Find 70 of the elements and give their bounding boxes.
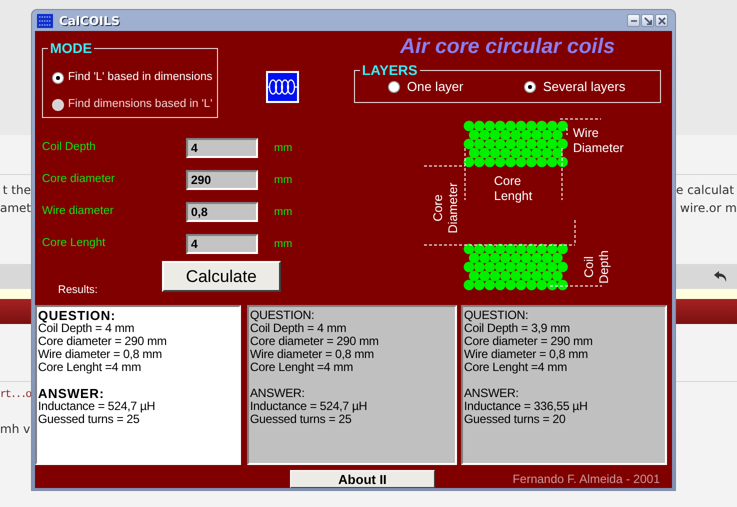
minimize-icon (630, 20, 638, 22)
result-line: Guessed turns = 25 (250, 413, 352, 426)
dimension-label: Core Diameter (431, 182, 460, 234)
result-line: Core diameter = 290 mm (464, 335, 594, 348)
unit-label: mm (274, 204, 292, 220)
result-line: Coil Depth = 3,9 mm (464, 322, 571, 335)
radio-label: Find 'L' based in dimensions (68, 70, 212, 85)
app-heading: Air core circular coils (398, 35, 616, 59)
result-line: Inductance = 524,7 µH (250, 400, 368, 413)
dimension-label: Coil Depth (582, 250, 611, 284)
unit-label: mm (274, 236, 292, 252)
minimize-button[interactable] (627, 14, 640, 27)
group-legend: MODE (48, 40, 94, 56)
field-label: Coil Depth (42, 140, 97, 156)
result-line: Guessed turns = 20 (464, 413, 566, 426)
result-line: Core Lenght =4 mm (464, 361, 568, 374)
page-link[interactable]: rt...o (0, 386, 31, 404)
radio-label: One layer (407, 78, 464, 96)
credit-text: Fernando F. Almeida - 2001 (512, 471, 660, 488)
result-line: Inductance = 524,7 µH (38, 400, 156, 413)
result-heading: ANSWER: (464, 387, 520, 400)
page-text: amet (0, 200, 31, 217)
page-text: t the (2, 182, 31, 199)
input-field[interactable]: 0,8 (186, 202, 258, 222)
close-button[interactable] (655, 14, 668, 27)
result-line: Core Lenght =4 mm (38, 361, 142, 374)
result-heading: QUESTION: (464, 309, 530, 322)
radio-label: Find dimensions based in 'L' (68, 96, 212, 112)
calculate-button[interactable]: Calculate (162, 261, 281, 292)
result-line: Wire diameter = 0,8 mm (250, 348, 375, 361)
result-line: Coil Depth = 4 mm (250, 322, 348, 335)
result-line: Coil Depth = 4 mm (38, 322, 136, 335)
unit-label: mm (274, 140, 292, 156)
reply-icon (713, 270, 729, 284)
window-title: CalCOILS (59, 12, 120, 30)
field-label: Core Lenght (42, 236, 106, 252)
results-label: Results: (58, 282, 98, 298)
result-line: Core diameter = 290 mm (38, 335, 168, 348)
result-line: Core Lenght =4 mm (250, 361, 354, 374)
field-label: Core diameter (42, 172, 116, 188)
page-text: mh v (0, 421, 31, 438)
result-heading: QUESTION: (250, 309, 316, 322)
input-field[interactable]: 290 (186, 170, 258, 190)
result-heading: QUESTION: (38, 309, 117, 322)
result-line: Wire diameter = 0,8 mm (38, 348, 163, 361)
radio-button[interactable] (524, 80, 536, 92)
dimension-label: Core Lenght (494, 174, 532, 203)
close-icon (658, 16, 666, 24)
radio-button[interactable] (52, 72, 64, 84)
result-line: Inductance = 336,55 µH (464, 400, 589, 413)
about-button[interactable]: About II (290, 470, 435, 488)
page-text: wire.or m (679, 200, 737, 217)
radio-button[interactable] (388, 80, 400, 92)
field-label: Wire diameter (42, 204, 115, 220)
maximize-icon (644, 16, 652, 24)
unit-label: mm (274, 172, 292, 188)
result-line: Core diameter = 290 mm (250, 335, 380, 348)
input-field[interactable]: 4 (186, 138, 258, 158)
radio-label: Several layers (543, 78, 626, 96)
result-line: Wire diameter = 0,8 mm (464, 348, 589, 361)
result-heading: ANSWER: (250, 387, 306, 400)
dimension-label: Wire Diameter (573, 126, 624, 155)
app-icon (37, 14, 53, 28)
group-legend: LAYERS (360, 62, 420, 78)
result-heading: ANSWER: (38, 387, 106, 400)
input-field[interactable]: 4 (186, 234, 258, 254)
maximize-button[interactable] (641, 14, 654, 27)
result-line: Guessed turns = 25 (38, 413, 140, 426)
coil-icon (266, 71, 299, 103)
page-text: e calculat (676, 182, 736, 199)
